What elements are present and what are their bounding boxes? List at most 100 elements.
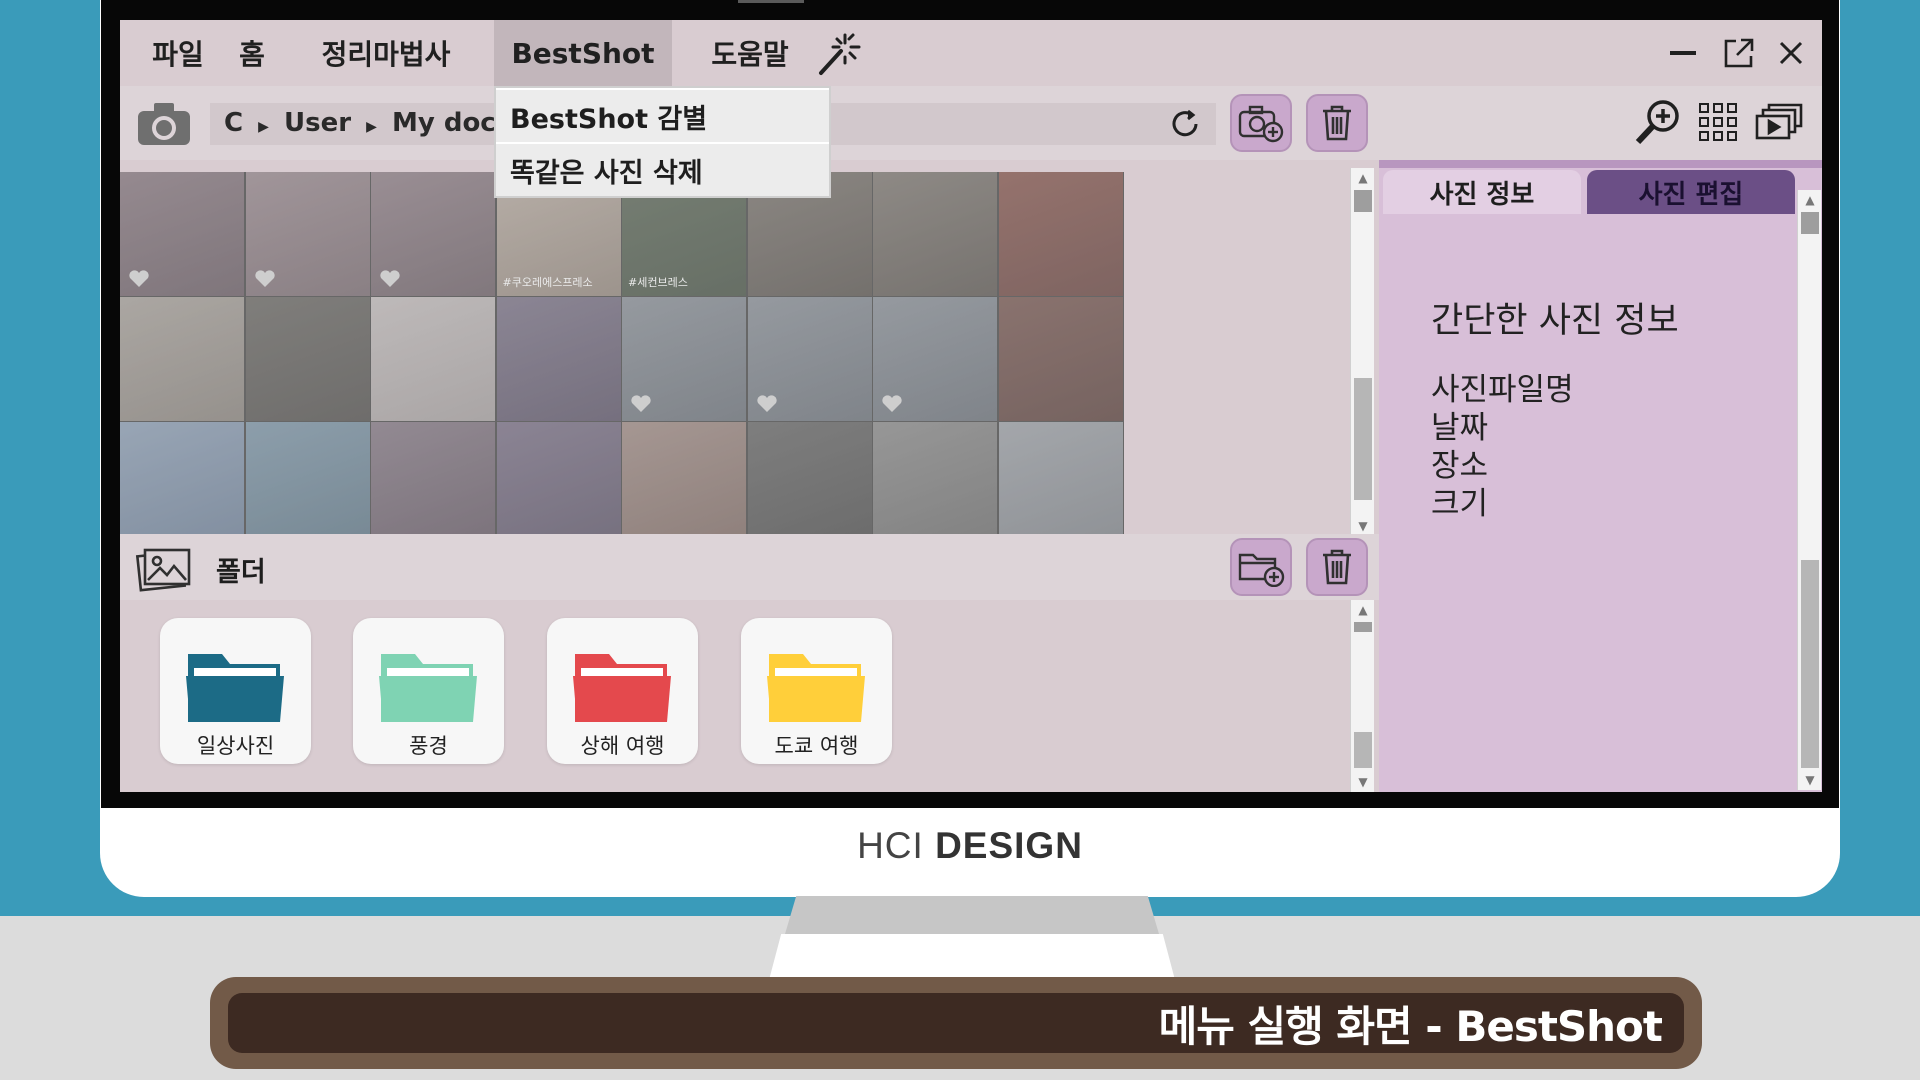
folder-label: 도쿄 여행	[774, 734, 859, 758]
breadcrumb-user[interactable]: User	[284, 108, 351, 138]
heart-icon[interactable]	[379, 270, 401, 288]
photo-thumbnail[interactable]	[120, 172, 244, 296]
add-folder-button[interactable]	[1230, 538, 1292, 596]
photo-thumbnail[interactable]	[998, 297, 1123, 421]
scroll-thumb[interactable]	[1354, 622, 1372, 632]
menu-help[interactable]: 도움말	[690, 20, 810, 86]
photo-thumbnail[interactable]	[622, 297, 746, 421]
scroll-thumb[interactable]	[1801, 212, 1819, 234]
scroll-track-fill	[1801, 560, 1819, 768]
slideshow-icon[interactable]	[1754, 100, 1804, 144]
breadcrumb-drive[interactable]: C	[224, 108, 243, 138]
menu-bestshot[interactable]: BestShot	[494, 20, 672, 86]
folder-icon	[767, 654, 865, 722]
zoom-in-icon[interactable]	[1632, 96, 1684, 148]
folder-tokyo-trip[interactable]: 도쿄 여행	[741, 618, 892, 764]
photo-thumbnail[interactable]	[496, 297, 621, 421]
scroll-down-icon[interactable]: ▼	[1351, 772, 1375, 792]
menu-file[interactable]: 파일	[136, 20, 220, 86]
folder-icon	[379, 654, 477, 722]
photo-thumbnail[interactable]	[245, 422, 370, 546]
gallery-icon	[134, 544, 194, 592]
folder-front	[767, 676, 865, 722]
menu-organize-wizard[interactable]: 정리마법사	[306, 20, 466, 86]
photo-thumbnail[interactable]	[747, 297, 872, 421]
photo-thumbnail[interactable]	[622, 422, 746, 546]
folder-label: 풍경	[409, 734, 448, 758]
menu-home[interactable]: 홈	[224, 20, 280, 86]
photo-caption: #세컨브레스	[628, 276, 688, 289]
scroll-down-icon[interactable]: ▼	[1798, 770, 1822, 790]
photo-thumbnail[interactable]	[371, 297, 495, 421]
photo-thumbnail[interactable]	[120, 297, 244, 421]
scroll-thumb[interactable]	[1354, 190, 1372, 212]
photo-thumbnail[interactable]	[747, 422, 872, 546]
photo-grid-scrollbar[interactable]: ▲ ▼	[1350, 168, 1374, 536]
menu-bar: 파일 홈 정리마법사 BestShot 도움말	[120, 20, 1822, 86]
field-size: 크기	[1431, 486, 1489, 522]
photo-thumbnail[interactable]	[371, 172, 495, 296]
heart-icon[interactable]	[254, 270, 276, 288]
breadcrumb-chevron-icon: ▶	[258, 119, 269, 135]
menu-item-bestshot-detect[interactable]: BestShot 감별	[496, 90, 829, 142]
scroll-up-icon[interactable]: ▲	[1351, 600, 1375, 620]
photo-thumbnail[interactable]	[873, 297, 997, 421]
photo-caption: #쿠오레에스프레소	[502, 276, 593, 289]
delete-photo-button[interactable]	[1306, 94, 1368, 152]
brand-word: DESIGN	[935, 825, 1083, 866]
heart-icon[interactable]	[630, 395, 652, 413]
photo-thumbnail[interactable]	[998, 172, 1123, 296]
scroll-down-icon[interactable]: ▼	[1351, 516, 1375, 536]
folder-list-scrollbar[interactable]: ▲ ▼	[1350, 600, 1374, 792]
photo-thumbnail[interactable]	[873, 172, 997, 296]
tab-photo-edit[interactable]: 사진 편집	[1587, 170, 1795, 214]
photo-thumbnail[interactable]	[120, 422, 244, 546]
caption-inner: 메뉴 실행 화면 - BestShot	[228, 993, 1684, 1053]
heart-icon[interactable]	[756, 395, 778, 413]
camera-notch	[738, 0, 804, 3]
folder-daily[interactable]: 일상사진	[160, 618, 311, 764]
camera-icon[interactable]	[134, 98, 194, 148]
photo-thumbnail[interactable]	[245, 297, 370, 421]
heart-icon[interactable]	[128, 270, 150, 288]
photo-thumbnail[interactable]	[371, 422, 495, 546]
folder-section-title: 폴더	[216, 557, 266, 588]
scroll-up-icon[interactable]: ▲	[1798, 190, 1822, 210]
photo-thumbnail[interactable]	[873, 422, 997, 546]
add-photo-button[interactable]	[1230, 94, 1292, 152]
delete-folder-button[interactable]	[1306, 538, 1368, 596]
folder-label: 일상사진	[196, 734, 275, 758]
photo-thumbnail[interactable]	[998, 422, 1123, 546]
refresh-icon[interactable]	[1166, 107, 1204, 141]
folder-icon	[186, 654, 284, 722]
bestshot-dropdown: BestShot 감별 똑같은 사진 삭제	[494, 86, 831, 198]
folder-landscape[interactable]: 풍경	[353, 618, 504, 764]
popout-icon[interactable]	[1720, 34, 1758, 72]
photo-thumbnail[interactable]	[496, 422, 621, 546]
breadcrumb-chevron-icon: ▶	[366, 119, 377, 135]
panel-top-border	[1379, 160, 1822, 168]
monitor-stand-base	[769, 934, 1175, 980]
caption-bar: 메뉴 실행 화면 - BestShot	[210, 977, 1702, 1069]
grid-view-icon[interactable]	[1696, 100, 1740, 144]
monitor-stand-neck	[785, 896, 1159, 934]
scroll-track-fill	[1354, 378, 1372, 500]
folder-label: 상해 여행	[580, 734, 665, 758]
tab-photo-info[interactable]: 사진 정보	[1383, 170, 1581, 214]
close-icon[interactable]	[1772, 34, 1810, 72]
scroll-up-icon[interactable]: ▲	[1351, 168, 1375, 188]
menu-item-delete-duplicates[interactable]: 똑같은 사진 삭제	[496, 144, 829, 196]
magic-wand-icon[interactable]	[812, 30, 864, 78]
heart-icon[interactable]	[881, 395, 903, 413]
panel-title: 간단한 사진 정보	[1431, 301, 1679, 341]
panel-scrollbar[interactable]: ▲ ▼	[1797, 190, 1821, 790]
photo-thumbnail[interactable]	[245, 172, 370, 296]
folder-header: 폴더	[120, 534, 1390, 600]
toolbar: C ▶ User ▶ My documer	[120, 86, 1822, 160]
photo-info-panel: 사진 정보 사진 편집 간단한 사진 정보 사진파일명 날짜 장소 크기 ▲ ▼	[1379, 160, 1822, 792]
folder-shanghai-trip[interactable]: 상해 여행	[547, 618, 698, 764]
folder-front	[379, 676, 477, 722]
minimize-icon[interactable]	[1664, 34, 1702, 72]
photo-grid: #쿠오레에스프레소 #세컨브레스	[120, 172, 1124, 546]
caption-text: 메뉴 실행 화면 - BestShot	[1158, 1001, 1663, 1051]
